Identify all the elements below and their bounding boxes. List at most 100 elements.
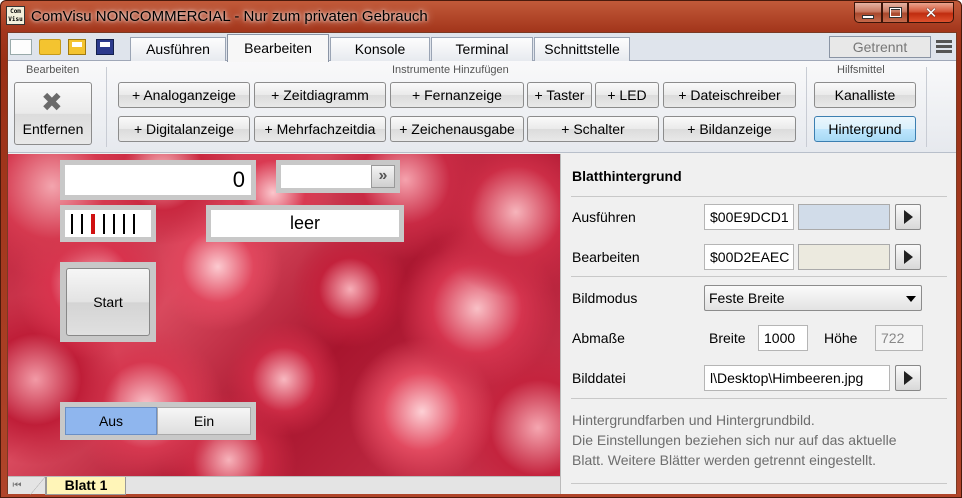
image-mode-label: Bildmodus	[572, 290, 638, 306]
ribbon-separator	[926, 67, 927, 147]
window-title: ComVisu NONCOMMERCIAL - Nur zum privaten…	[31, 8, 428, 25]
width-label: Breite	[709, 330, 746, 346]
group-label-instruments: Instrumente Hinzufügen	[392, 64, 509, 76]
led-segment	[123, 214, 125, 234]
divider	[571, 276, 947, 277]
run-color-input[interactable]: $00E9DCD1	[704, 204, 794, 230]
add-charout-button[interactable]: + Zeichenausgabe	[390, 116, 524, 142]
led-segment	[81, 214, 83, 234]
add-switch-button[interactable]: + Schalter	[527, 116, 659, 142]
image-mode-value: Feste Breite	[709, 290, 785, 306]
help-text: Hintergrundfarben und Hintergrundbild. D…	[572, 410, 952, 470]
channel-list-button[interactable]: Kanalliste	[814, 82, 916, 108]
remote-input[interactable]	[281, 165, 369, 188]
sheet-canvas[interactable]: 0 » leer Start Aus Ein	[8, 154, 560, 476]
maximize-button[interactable]	[882, 2, 908, 23]
edit-color-input[interactable]: $00D2EAEC	[704, 244, 794, 270]
save-icon[interactable]	[68, 39, 86, 55]
edit-color-label: Bearbeiten	[572, 249, 640, 265]
remove-x-icon: ✖	[41, 87, 63, 117]
led-segment	[71, 214, 73, 234]
add-digital-button[interactable]: + Digitalanzeige	[118, 116, 250, 142]
run-color-swatch	[798, 204, 890, 230]
sheet-tab-bar: ⏮ Blatt 1	[8, 476, 560, 495]
background-button[interactable]: Hintergrund	[814, 116, 916, 142]
text-display[interactable]: leer	[206, 205, 404, 242]
close-button[interactable]: ✕	[908, 2, 954, 23]
add-led-button[interactable]: + LED	[595, 82, 659, 108]
help-line: Blatt. Weitere Blätter werden getrennt e…	[572, 452, 877, 468]
edit-color-picker-button[interactable]	[895, 244, 921, 270]
add-filewriter-button[interactable]: + Dateischreiber	[663, 82, 796, 108]
panel-title: Blatthintergrund	[572, 168, 682, 184]
group-label-tools: Hilfsmittel	[837, 64, 885, 76]
ribbon: Bearbeiten ✖ Entfernen Instrumente Hinzu…	[8, 61, 956, 153]
tab-schnittstelle[interactable]: Schnittstelle	[534, 37, 630, 61]
on-off-switch[interactable]: Aus Ein	[60, 402, 256, 440]
add-analog-button[interactable]: + Analoganzeige	[118, 82, 250, 108]
minimize-button[interactable]	[854, 2, 882, 23]
led-segment	[133, 214, 135, 234]
add-multichart-button[interactable]: + Mehrfachzeitdia	[254, 116, 386, 142]
browse-file-button[interactable]	[895, 365, 921, 391]
image-mode-select[interactable]: Feste Breite	[704, 285, 922, 311]
add-image-button[interactable]: + Bildanzeige	[663, 116, 796, 142]
group-label-edit: Bearbeiten	[26, 64, 80, 76]
image-file-label: Bilddatei	[572, 370, 626, 386]
run-color-picker-button[interactable]	[895, 204, 921, 230]
add-timechart-button[interactable]: + Zeitdiagramm	[254, 82, 386, 108]
arrow-right-icon	[903, 210, 913, 224]
window-controls: ✕	[854, 2, 954, 24]
tab-ausfuehren[interactable]: Ausführen	[130, 37, 226, 61]
tab-terminal[interactable]: Terminal	[431, 37, 533, 61]
client-area: Ausführen Bearbeiten Konsole Terminal Sc…	[7, 32, 957, 495]
height-input: 722	[875, 325, 923, 351]
help-line: Die Einstellungen beziehen sich nur auf …	[572, 432, 897, 448]
first-sheet-icon[interactable]: ⏮	[10, 479, 24, 493]
remove-button[interactable]: ✖ Entfernen	[14, 82, 92, 145]
save-as-icon[interactable]	[96, 39, 114, 55]
digital-display[interactable]: 0	[60, 160, 256, 200]
app-icon[interactable]: Com Visu	[6, 6, 25, 25]
tab-konsole[interactable]: Konsole	[330, 37, 430, 61]
tab-strip: Ausführen Bearbeiten Konsole Terminal Sc…	[8, 33, 956, 62]
switch-off-option[interactable]: Aus	[65, 407, 157, 435]
remote-input-widget[interactable]: »	[276, 160, 400, 193]
height-label: Höhe	[824, 330, 858, 346]
new-file-icon[interactable]	[10, 39, 32, 55]
remove-button-label: Entfernen	[22, 121, 84, 137]
open-folder-icon[interactable]	[39, 39, 61, 55]
width-input[interactable]: 1000	[758, 325, 808, 351]
divider	[571, 483, 947, 484]
add-remote-button[interactable]: + Fernanzeige	[390, 82, 524, 108]
led-segment	[113, 214, 115, 234]
sheet-tab-1[interactable]: Blatt 1	[46, 477, 126, 495]
arrow-right-icon	[903, 250, 913, 264]
start-button-widget[interactable]: Start	[60, 262, 156, 342]
properties-panel: Blatthintergrund Ausführen $00E9DCD1 Bea…	[560, 154, 956, 494]
led-segment	[103, 214, 105, 234]
start-button[interactable]: Start	[66, 268, 150, 336]
dropdown-chevron-icon	[906, 296, 916, 302]
arrow-right-icon	[903, 371, 913, 385]
minimize-icon	[862, 14, 874, 19]
add-pushbutton-button[interactable]: + Taster	[527, 82, 592, 108]
divider	[571, 398, 947, 399]
switch-on-option[interactable]: Ein	[157, 407, 251, 435]
sheet-tab-edge	[30, 477, 46, 495]
led-bar-widget[interactable]	[60, 205, 156, 242]
title-bar[interactable]: Com Visu ComVisu NONCOMMERCIAL - Nur zum…	[1, 1, 961, 33]
divider	[571, 196, 947, 197]
dimensions-label: Abmaße	[572, 330, 625, 346]
edit-color-swatch	[798, 244, 890, 270]
save-as-icon-slot	[100, 42, 110, 47]
connection-status: Getrennt	[829, 36, 931, 58]
tab-bearbeiten[interactable]: Bearbeiten	[227, 34, 329, 62]
help-line: Hintergrundfarben und Hintergrundbild.	[572, 412, 815, 428]
close-icon: ✕	[924, 4, 938, 22]
led-segment-active	[91, 214, 95, 234]
send-arrow-icon[interactable]: »	[371, 165, 395, 188]
menu-icon[interactable]	[936, 40, 952, 54]
image-file-input[interactable]: l\Desktop\Himbeeren.jpg	[704, 365, 890, 391]
ribbon-separator	[106, 67, 107, 147]
